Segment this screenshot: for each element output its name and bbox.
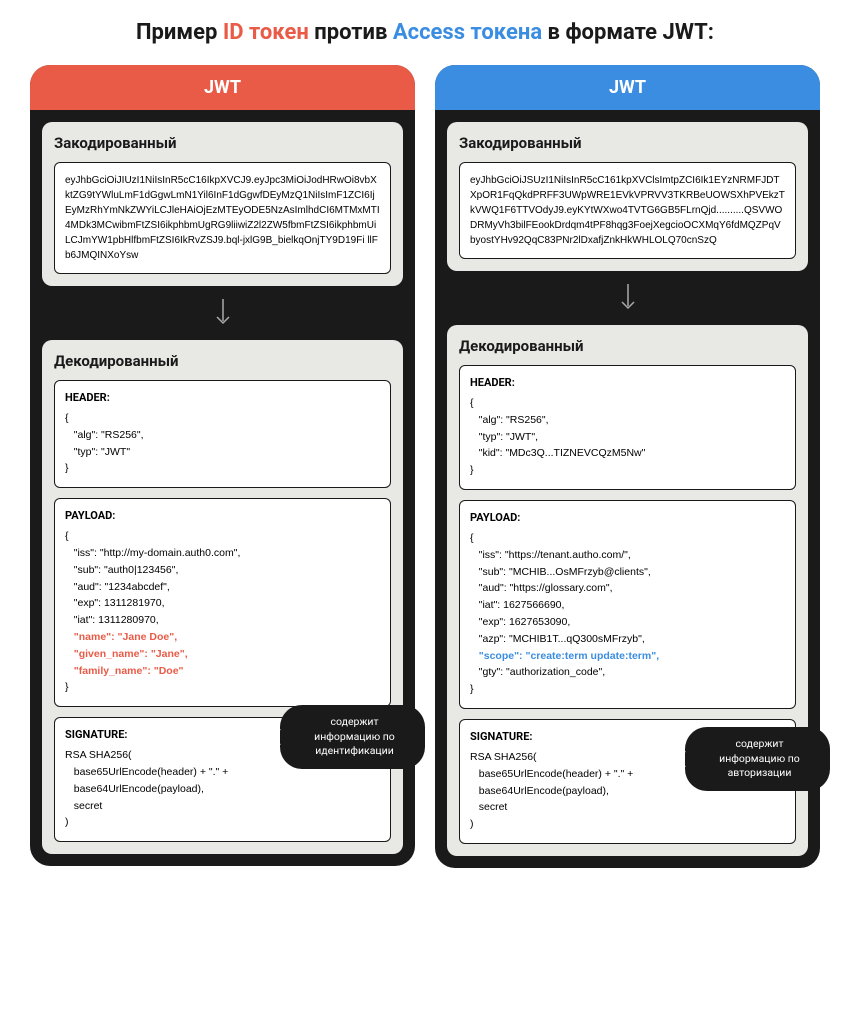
columns: JWT Закодированный eyJhbGciOiJIUzI1NiIsI… (30, 65, 820, 868)
payload-highlight: "name": "Jane Doe", "given_name": "Jane"… (65, 631, 188, 677)
header-label: HEADER: (470, 376, 785, 389)
tooltip-text: содержит информацию по авторизации (719, 737, 800, 779)
header-box: HEADER: { "alg": "RS256", "typ": "JWT" } (54, 380, 391, 488)
payload-highlight: "scope": "create:term update:term", (470, 650, 659, 662)
decoded-label: Декодированный (54, 352, 391, 370)
header-label: HEADER: (65, 391, 380, 404)
payload-suffix: "gty": "authorization_code", } (470, 666, 605, 695)
title-mid: против (309, 20, 393, 45)
access-token-header: JWT (435, 65, 820, 110)
decoded-section-left: Декодированный HEADER: { "alg": "RS256",… (42, 340, 403, 854)
header-code: { "alg": "RS256", "typ": "JWT", "kid": "… (470, 395, 785, 479)
encoded-value: eyJhbGciOiJSUzI1NiIsInR5cC161kpXVClsImtp… (459, 162, 796, 259)
header-box: HEADER: { "alg": "RS256", "typ": "JWT", … (459, 365, 796, 490)
id-token-column-wrap: JWT Закодированный eyJhbGciOiJIUzI1NiIsI… (30, 65, 415, 868)
arrow-down-icon (435, 283, 820, 313)
encoded-section-right: Закодированный eyJhbGciOiJSUzI1NiIsInR5c… (447, 122, 808, 271)
access-token-column-wrap: JWT Закодированный eyJhbGciOiJSUzI1NiIsI… (435, 65, 820, 868)
payload-box: PAYLOAD: { "iss": "http://my-domain.auth… (54, 498, 391, 707)
chevron-left-icon (673, 747, 687, 771)
payload-code: { "iss": "https://tenant.autho.com/", "s… (470, 530, 785, 698)
encoded-label: Закодированный (54, 134, 391, 152)
payload-prefix: { "iss": "http://my-domain.auth0.com", "… (65, 530, 240, 626)
tooltip-identification: содержит информацию по идентификации (280, 705, 425, 769)
title-access: Access токена (393, 20, 542, 45)
payload-code: { "iss": "http://my-domain.auth0.com", "… (65, 528, 380, 696)
chevron-left-icon (268, 725, 282, 749)
title-id: ID токен (223, 20, 309, 45)
title-suffix: в формате JWT: (542, 20, 714, 45)
tooltip-text: содержит информацию по идентификации (314, 715, 395, 757)
payload-prefix: { "iss": "https://tenant.autho.com/", "s… (470, 532, 651, 645)
payload-label: PAYLOAD: (65, 509, 380, 522)
decoded-label: Декодированный (459, 337, 796, 355)
title-prefix: Пример (136, 20, 223, 45)
encoded-section-left: Закодированный eyJhbGciOiJIUzI1NiIsInR5c… (42, 122, 403, 286)
id-token-header: JWT (30, 65, 415, 110)
payload-box: PAYLOAD: { "iss": "https://tenant.autho.… (459, 500, 796, 709)
encoded-label: Закодированный (459, 134, 796, 152)
page-title: Пример ID токен против Access токена в ф… (30, 20, 820, 45)
payload-label: PAYLOAD: (470, 511, 785, 524)
header-code: { "alg": "RS256", "typ": "JWT" } (65, 410, 380, 477)
payload-suffix: } (65, 681, 69, 693)
tooltip-authorization: содержит информацию по авторизации (685, 727, 830, 791)
encoded-value: eyJhbGciOiJIUzI1NiIsInR5cC16IkpXVCJ9.eyJ… (54, 162, 391, 274)
arrow-down-icon (30, 298, 415, 328)
